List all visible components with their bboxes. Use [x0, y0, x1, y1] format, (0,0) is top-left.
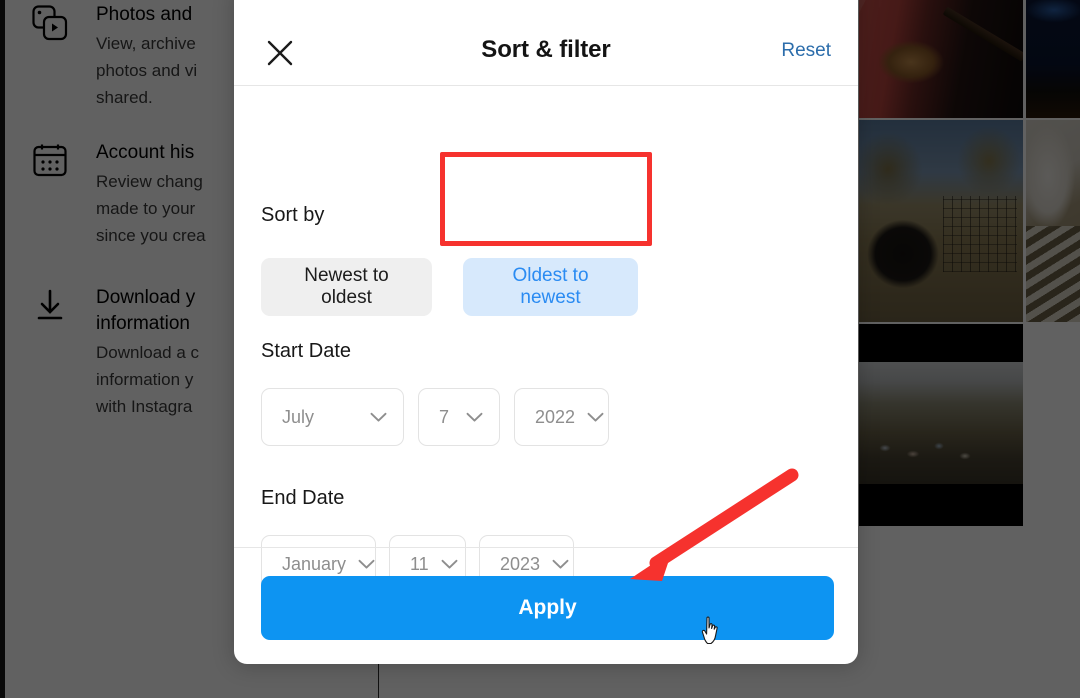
- window-left-edge: [0, 0, 5, 698]
- modal-header: Sort & filter Reset: [234, 0, 858, 86]
- settings-item-description: View, archive photos and vi shared.: [96, 34, 198, 107]
- sort-option-newest-to-oldest[interactable]: Newest to oldest: [261, 258, 432, 316]
- end-date-label: End Date: [261, 487, 345, 509]
- start-date-month-value: July: [282, 406, 315, 427]
- settings-item-title: Photos and: [96, 4, 193, 25]
- guitarist-photo[interactable]: [859, 0, 1023, 118]
- white-alpaca-photo[interactable]: [1026, 120, 1080, 322]
- modal-body: Sort by Newest to oldest Oldest to newes…: [234, 86, 858, 593]
- calendar-icon: [30, 140, 70, 180]
- sort-and-filter-modal: Sort & filter Reset Sort by Newest to ol…: [234, 0, 858, 664]
- settings-item-description: Review chang made to your since you crea: [96, 172, 206, 245]
- photo-grid: [859, 0, 1080, 698]
- modal-footer: Apply: [234, 547, 858, 664]
- download-icon: [30, 285, 70, 325]
- sort-by-label: Sort by: [261, 204, 325, 226]
- start-date-year-select[interactable]: 2022: [514, 388, 609, 446]
- sort-option-oldest-to-newest[interactable]: Oldest to newest: [463, 258, 638, 316]
- chevron-down-icon: [370, 412, 387, 423]
- start-date-month-select[interactable]: July: [261, 388, 404, 446]
- reset-button[interactable]: Reset: [781, 40, 831, 62]
- settings-item-title: Download y information: [96, 287, 196, 334]
- start-date-year-value: 2022: [535, 406, 576, 427]
- settings-item-description: Download a c information y with Instagra: [96, 343, 200, 416]
- start-date-day-value: 7: [439, 406, 450, 427]
- goat-in-pen-photo[interactable]: [859, 120, 1023, 322]
- settings-item-account-history[interactable]: Account his Review chang made to your si…: [30, 140, 206, 249]
- settings-item-title: Account his: [96, 142, 195, 163]
- night-sky-photo[interactable]: [1026, 0, 1080, 118]
- page-title: Sort & filter: [481, 36, 611, 63]
- screen: Photos and View, archive photos and vi s…: [0, 0, 1080, 698]
- start-date-label: Start Date: [261, 340, 352, 362]
- start-date-day-select[interactable]: 7: [418, 388, 500, 446]
- settings-item-download-your-information[interactable]: Download y information Download a c info…: [30, 285, 199, 420]
- chevron-down-icon: [466, 412, 483, 423]
- chevron-down-icon: [587, 412, 604, 423]
- settings-item-photos-and-videos[interactable]: Photos and View, archive photos and vi s…: [30, 2, 197, 111]
- aerial-landscape-photo[interactable]: [859, 324, 1023, 526]
- apply-button[interactable]: Apply: [261, 576, 834, 640]
- start-date-controls: July 7 2022: [261, 388, 609, 446]
- sort-options-group: Newest to oldest Oldest to newest: [261, 258, 638, 316]
- photos-and-videos-icon: [30, 2, 70, 42]
